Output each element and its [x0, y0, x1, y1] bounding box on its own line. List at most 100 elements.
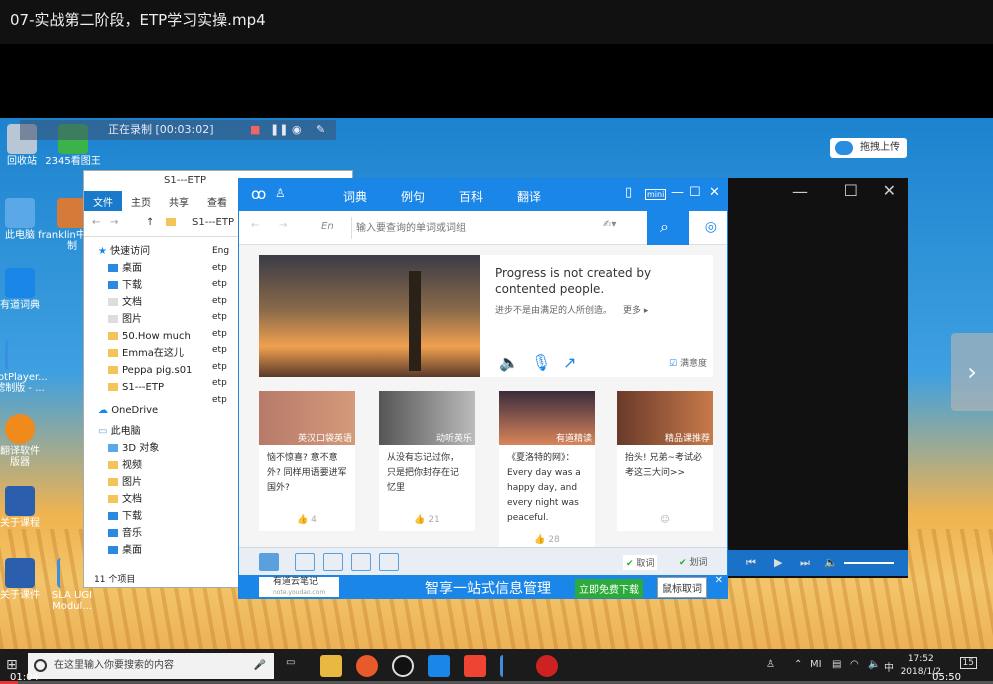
tab-file[interactable]: 文件 [84, 191, 122, 211]
image-icon[interactable] [323, 553, 343, 571]
ad-banner[interactable]: 有道云笔记 note.youdao.com 智享一站式信息管理 立即免费下载 鼠标… [239, 575, 727, 599]
drag-upload-button[interactable]: 拖拽上传 [830, 138, 907, 158]
nav-item[interactable]: 图片 [84, 474, 188, 491]
next-icon[interactable]: ⏭ [800, 550, 810, 576]
speaker-icon[interactable]: 🔈 [499, 353, 519, 372]
handwrite-icon[interactable]: ✍▾ [603, 219, 616, 230]
language-select[interactable]: En [321, 221, 334, 232]
phone-icon[interactable]: ▯ [625, 185, 632, 200]
nav-this-pc[interactable]: ▭ 此电脑 [84, 423, 188, 440]
nav-item[interactable]: 桌面 [84, 542, 188, 559]
pen-icon[interactable]: ✎ [316, 120, 325, 140]
up-arrow-icon[interactable]: ↑ [146, 217, 154, 228]
file-explorer-taskbar-icon[interactable] [320, 655, 342, 677]
volume-slider[interactable] [844, 562, 894, 564]
volume-icon[interactable]: 🔈 [824, 550, 838, 576]
notification-badge[interactable]: 15 [959, 657, 977, 669]
close-icon[interactable]: ✕ [883, 181, 896, 200]
close-icon[interactable]: ✕ [709, 185, 720, 200]
tab-translate[interactable]: 翻译 [517, 188, 541, 205]
desktop-icon-translator[interactable]: 翻译软件 版器 [0, 414, 56, 468]
nav-item[interactable]: 50.How much [84, 328, 191, 345]
pdf-taskbar-icon[interactable] [464, 655, 486, 677]
nav-item[interactable]: 文档 [84, 294, 188, 311]
globe-icon[interactable]: ◎ [705, 219, 717, 235]
stop-record-icon[interactable]: ■ [250, 120, 260, 140]
mini-mode-button[interactable]: mini [645, 189, 667, 200]
nav-item[interactable]: 下载 [84, 508, 188, 525]
article-card[interactable]: 动听英乐 从没有忘记过你，只是把你封存在记忆里 👍 21 [379, 391, 475, 531]
desktop-icon-youdao[interactable]: 有道词典 [0, 268, 56, 311]
prev-icon[interactable]: ⏮ [746, 550, 756, 576]
nav-onedrive[interactable]: ☁ OneDrive [84, 402, 188, 419]
nav-item[interactable]: 图片 [84, 311, 188, 328]
tray-chevron-icon[interactable]: ⌃ [794, 659, 802, 670]
satisfaction-checkbox[interactable]: ☑ 满意度 [669, 356, 707, 369]
desktop-icon-courseware[interactable]: 关于课件 [0, 558, 56, 601]
nav-item[interactable]: 音乐 [84, 525, 188, 542]
search-button[interactable]: ⌕ [647, 211, 689, 245]
taskbar-search[interactable]: 在这里输入你要搜索的内容 🎤 [28, 653, 274, 679]
desktop-icon-course-doc[interactable]: 关于课程 [0, 486, 56, 529]
minimize-icon[interactable]: — [671, 185, 684, 200]
microphone-icon[interactable]: 🎙 [531, 353, 551, 372]
user-icon[interactable]: ♙ [275, 186, 286, 200]
text-icon[interactable] [295, 553, 315, 571]
media-player-window[interactable]: — ☐ ✕ ⏮ ▶ ⏭ 🔈 [708, 178, 908, 578]
select-word-toggle[interactable]: ✔ 划词 [679, 555, 707, 568]
close-ad-icon[interactable]: ✕ [715, 575, 723, 586]
browser-taskbar-icon[interactable] [356, 655, 378, 677]
wifi-icon[interactable]: ◠ [850, 659, 859, 670]
tab-share[interactable]: 共享 [160, 191, 198, 211]
desktop-icon-potplayer[interactable]: PotPlayer... 滤制版 - ... [0, 340, 56, 394]
nav-item[interactable]: Emma在这儿 [84, 345, 188, 362]
task-view-icon[interactable]: ▭ [286, 657, 295, 668]
ad-download-button[interactable]: 立即免费下载 [575, 579, 643, 598]
dict-home-button[interactable] [259, 553, 279, 571]
article-card[interactable]: 精品课推荐 抬头! 兄弟~考试必考这三大问>> ☺ [617, 391, 713, 531]
daily-sentence-card[interactable]: Progress is not created by contented peo… [259, 255, 713, 377]
recorder-taskbar-icon[interactable] [536, 655, 558, 677]
more-link[interactable]: 更多 ▸ [623, 303, 648, 316]
qq-taskbar-icon[interactable] [392, 655, 414, 677]
tab-examples[interactable]: 例句 [401, 188, 425, 205]
maximize-icon[interactable]: ☐ [689, 185, 701, 200]
article-card[interactable]: 有道精读 《夏洛特的网》：Every day was a happy day, … [499, 391, 595, 551]
youdao-dictionary-window[interactable]: ꝏ ♙ 词典 例句 百科 翻译 ▯ mini — ☐ ✕ ← → En ✍▾ ⌕… [238, 178, 728, 599]
back-arrow-icon[interactable]: ← [92, 217, 100, 228]
nav-item[interactable]: 视频 [84, 457, 188, 474]
youdao-taskbar-icon[interactable] [428, 655, 450, 677]
search-input[interactable] [351, 217, 591, 239]
tab-dictionary[interactable]: 词典 [340, 188, 370, 214]
note-icon[interactable] [351, 553, 371, 571]
play-icon[interactable]: ▶ [774, 550, 782, 576]
next-slide-arrow-icon[interactable]: › [951, 333, 993, 411]
share-icon[interactable]: ↗ [563, 353, 576, 372]
video-frame[interactable]: 回收站 2345看图王 此电脑 franklin中文录制 有道词典 PotPla… [0, 118, 993, 684]
maximize-icon[interactable]: ☐ [844, 181, 858, 200]
people-icon[interactable]: ♙ [766, 659, 775, 670]
tab-encyclopedia[interactable]: 百科 [459, 188, 483, 205]
potplayer-taskbar-icon[interactable] [500, 655, 522, 677]
tray-app-icon[interactable]: MI [810, 659, 822, 670]
nav-item[interactable]: 文档 [84, 491, 188, 508]
nav-quick-access[interactable]: ★ 快速访问 [84, 243, 188, 260]
ime-indicator[interactable]: 中 [884, 659, 894, 674]
camera-icon[interactable]: ◉ [292, 120, 302, 140]
nav-item[interactable]: Peppa pig.s01 [84, 362, 192, 379]
volume-tray-icon[interactable]: 🔈 [868, 659, 880, 670]
minimize-icon[interactable]: — [792, 182, 808, 201]
tab-view[interactable]: 查看 [198, 191, 236, 211]
cancel-word-toggle[interactable]: ✔ 取词 [623, 555, 658, 570]
article-card[interactable]: 英汉口袋英语 恼不惊喜? 意不意外? 同样用语要进军国外? 👍 4 [259, 391, 355, 531]
nav-item[interactable]: S1---ETP [84, 379, 188, 396]
list-icon[interactable] [379, 553, 399, 571]
pause-icon[interactable]: ❚❚ [270, 120, 288, 140]
forward-arrow-icon[interactable]: → [110, 217, 118, 228]
forward-arrow-icon[interactable]: → [279, 220, 287, 231]
network-icon[interactable]: ▤ [832, 659, 841, 670]
nav-item[interactable]: 桌面 [84, 260, 188, 277]
windows-start-icon[interactable]: ⊞ [6, 657, 18, 673]
nav-item[interactable]: 3D 对象 [84, 440, 188, 457]
tab-home[interactable]: 主页 [122, 191, 160, 211]
